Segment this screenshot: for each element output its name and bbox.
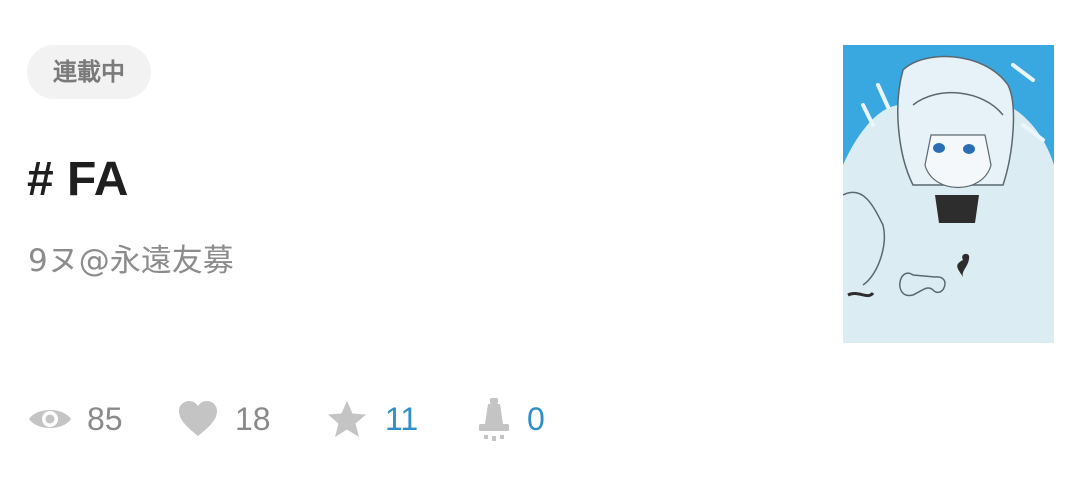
likes-stat: 18 (177, 393, 327, 445)
alerts-stat: 0 (477, 393, 545, 445)
author-name[interactable]: 9ヌ@永遠友募 (28, 238, 234, 284)
stats-row: 85 18 11 0 (27, 393, 545, 445)
cover-thumbnail[interactable] (843, 45, 1054, 343)
views-stat: 85 (27, 393, 177, 445)
bookmarks-count: 11 (385, 401, 419, 437)
eye-icon (27, 404, 73, 434)
likes-count: 18 (235, 401, 271, 437)
alerts-count: 0 (527, 401, 545, 437)
views-count: 85 (87, 401, 123, 437)
status-badge: 連載中 (27, 45, 151, 99)
star-icon (327, 400, 367, 438)
work-title[interactable]: # FA (27, 150, 128, 210)
heart-icon (177, 400, 219, 438)
bookmarks-stat: 11 (327, 393, 477, 445)
bell-icon (477, 396, 511, 442)
